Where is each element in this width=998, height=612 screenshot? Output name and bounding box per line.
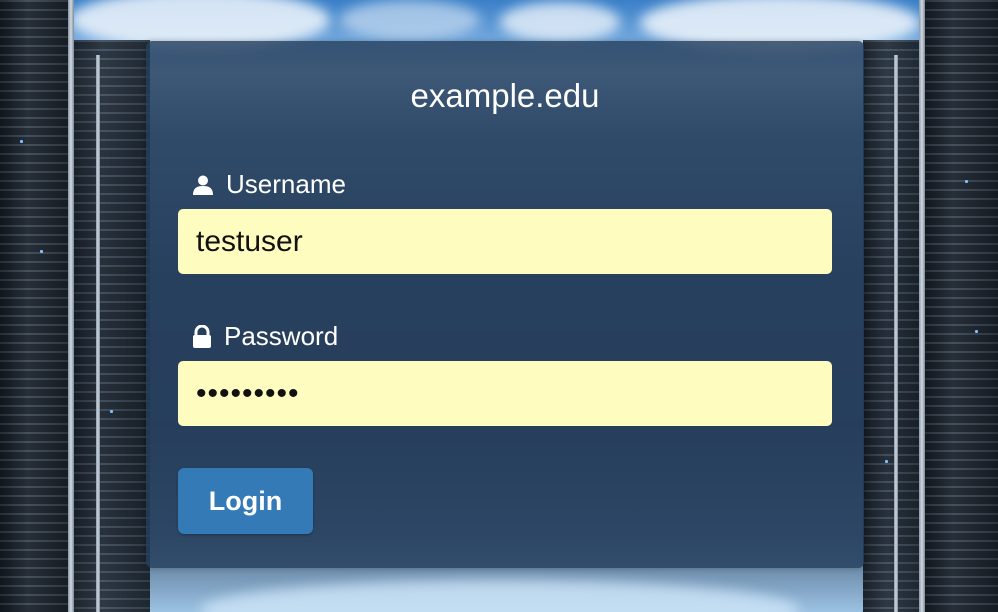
- rack-led: [965, 180, 968, 183]
- rack-frame: [894, 55, 898, 612]
- rack-led: [40, 250, 43, 253]
- rack-frame: [919, 0, 925, 612]
- login-card: example.edu Username Password Login: [146, 41, 864, 568]
- password-input[interactable]: [178, 361, 832, 426]
- cloud: [340, 0, 480, 40]
- login-button[interactable]: Login: [178, 468, 313, 534]
- server-rack: [0, 0, 70, 612]
- rack-frame: [68, 0, 74, 612]
- rack-led: [20, 140, 23, 143]
- cloud: [500, 2, 620, 42]
- site-title: example.edu: [410, 77, 600, 114]
- username-label-text: Username: [226, 169, 346, 199]
- cloud: [200, 580, 800, 612]
- rack-frame: [96, 55, 100, 612]
- rack-led: [110, 410, 113, 413]
- password-label-text: Password: [224, 321, 339, 351]
- rack-led: [885, 460, 888, 463]
- lock-icon: [192, 325, 212, 348]
- rack-led: [975, 330, 978, 333]
- background-image: example.edu Username Password Login: [0, 0, 998, 612]
- username-label: Username: [192, 169, 346, 200]
- server-rack: [70, 40, 150, 612]
- server-rack: [923, 0, 998, 612]
- server-rack: [863, 40, 923, 612]
- user-icon: [192, 174, 214, 196]
- password-label: Password: [192, 321, 338, 352]
- username-input[interactable]: [178, 209, 832, 274]
